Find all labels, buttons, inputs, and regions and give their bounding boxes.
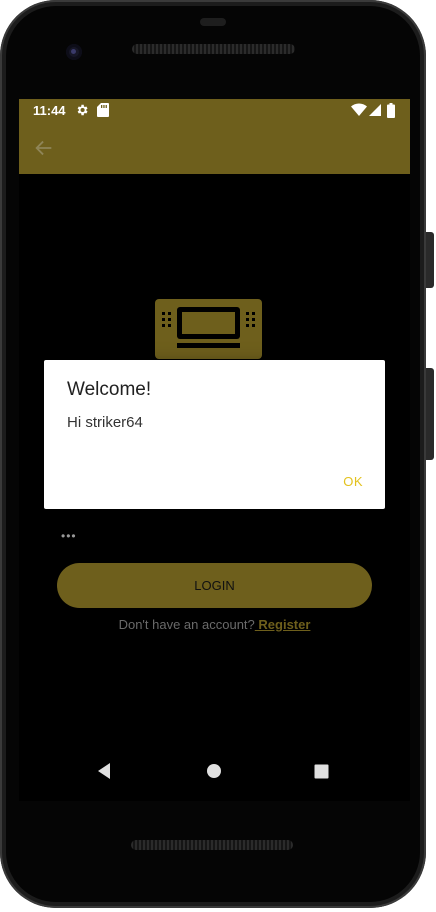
register-row: Don't have an account? Register xyxy=(19,617,410,632)
welcome-dialog: Welcome! Hi striker64 OK xyxy=(44,360,385,509)
wifi-icon xyxy=(351,103,367,116)
login-button[interactable]: LOGIN xyxy=(57,563,372,608)
recents-square-icon[interactable] xyxy=(314,764,329,779)
game-console-icon xyxy=(155,299,262,359)
ok-button[interactable]: OK xyxy=(343,474,363,489)
home-circle-icon[interactable] xyxy=(206,763,222,779)
register-link[interactable]: Register xyxy=(255,617,310,632)
top-speaker xyxy=(132,44,295,54)
password-field[interactable]: ••• xyxy=(61,529,77,543)
volume-button xyxy=(426,368,434,460)
status-bar: 11:44 xyxy=(19,99,410,123)
sensor-slot xyxy=(200,18,226,26)
dialog-title: Welcome! xyxy=(67,379,152,400)
app-bar xyxy=(19,123,410,174)
power-button xyxy=(426,232,434,288)
bottom-speaker xyxy=(131,840,293,850)
front-camera xyxy=(66,44,82,60)
register-prompt: Don't have an account? xyxy=(118,617,255,632)
status-time: 11:44 xyxy=(33,103,66,118)
dialog-message: Hi striker64 xyxy=(67,414,143,431)
sd-card-icon xyxy=(97,103,109,117)
screen: 11:44 ••• LOGIN Don't have an account? R… xyxy=(19,99,410,801)
back-triangle-icon[interactable] xyxy=(96,762,112,780)
settings-icon xyxy=(77,104,88,116)
arrow-back-icon[interactable] xyxy=(33,137,55,159)
navigation-bar xyxy=(19,750,410,792)
battery-icon xyxy=(387,103,395,118)
signal-icon xyxy=(369,104,381,116)
phone-frame: 11:44 ••• LOGIN Don't have an account? R… xyxy=(0,0,434,908)
